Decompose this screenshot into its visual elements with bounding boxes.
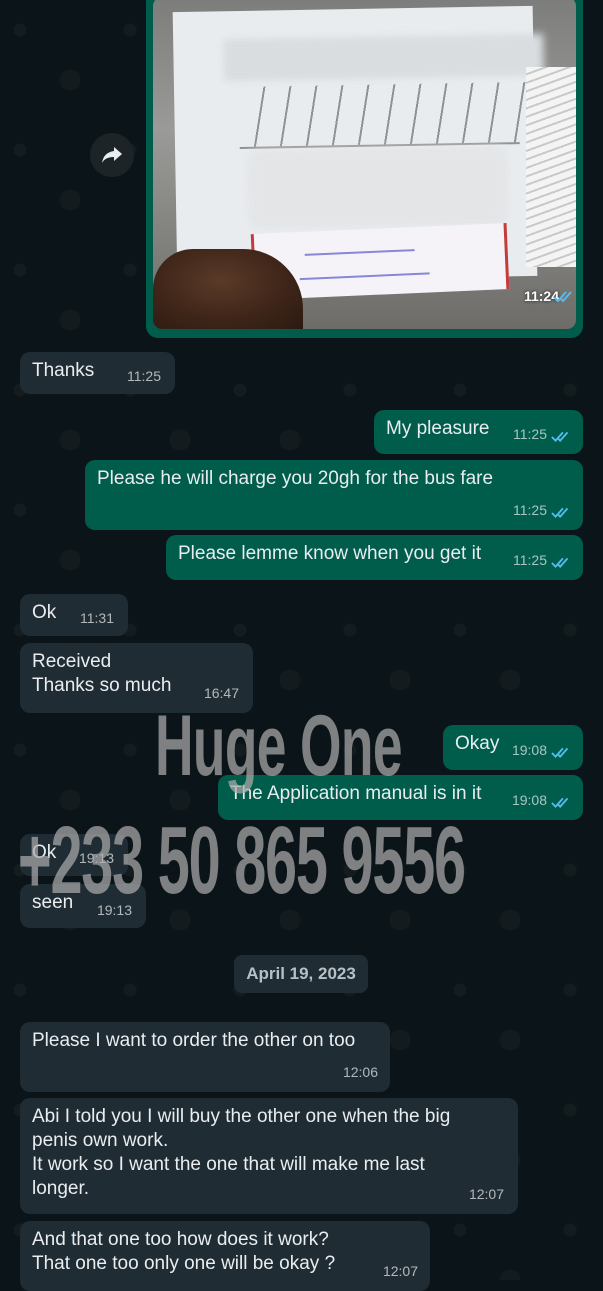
forward-button[interactable] xyxy=(90,133,134,177)
message-time: 11:25 xyxy=(513,426,547,442)
message-outgoing[interactable]: The Application manual is in it 19:08 xyxy=(218,775,583,820)
message-text: That one too only one will be okay ? xyxy=(32,1253,336,1274)
message-text: It work so I want the one that will make… xyxy=(32,1154,425,1175)
message-time: 19:13 xyxy=(96,902,132,918)
parcel-handwriting xyxy=(239,81,530,150)
message-text: seen xyxy=(32,892,74,913)
message-text: The Application manual is in it xyxy=(230,783,482,804)
message-time: 12:07 xyxy=(382,1263,418,1279)
papers-stack xyxy=(526,67,576,267)
message-text: Abi I told you I will buy the other one … xyxy=(32,1106,451,1127)
date-separator: April 19, 2023 xyxy=(234,955,368,993)
message-text: longer. xyxy=(32,1178,90,1199)
message-text: Please he will charge you 20gh for the b… xyxy=(97,468,494,489)
message-text: Received xyxy=(32,651,112,672)
message-time: 19:08 xyxy=(511,742,547,758)
message-incoming[interactable]: Ok 19:13 xyxy=(20,834,128,876)
parcel-photo[interactable] xyxy=(153,0,576,329)
message-text: Please lemme know when you get it xyxy=(178,543,482,564)
message-incoming[interactable]: Abi I told you I will buy the other one … xyxy=(20,1098,518,1214)
read-receipt-icon xyxy=(551,747,569,759)
message-time: 11:31 xyxy=(80,610,114,626)
message-time: 19:08 xyxy=(511,792,547,808)
message-time: 11:25 xyxy=(127,368,161,384)
message-time: 19:13 xyxy=(78,850,114,866)
message-text: penis own work. xyxy=(32,1130,169,1151)
message-text: My pleasure xyxy=(386,418,490,439)
message-outgoing[interactable]: Please he will charge you 20gh for the b… xyxy=(85,460,583,530)
parcel xyxy=(172,5,544,301)
share-arrow-icon xyxy=(102,147,122,163)
message-time: 12:06 xyxy=(342,1064,378,1080)
message-text: Please I want to order the other on too xyxy=(32,1030,356,1051)
read-receipt-icon xyxy=(551,507,569,519)
message-time: 16:47 xyxy=(203,685,239,701)
message-text: Thanks xyxy=(32,360,95,381)
read-receipt-icon xyxy=(551,797,569,809)
message-incoming[interactable]: seen 19:13 xyxy=(20,884,146,928)
photo-message[interactable]: 11:24 xyxy=(146,0,583,338)
message-text: Ok xyxy=(32,602,57,623)
message-text: Okay xyxy=(455,733,500,754)
message-incoming[interactable]: Received Thanks so much 16:47 xyxy=(20,643,253,713)
message-time: 11:25 xyxy=(513,502,547,518)
message-text: And that one too how does it work? xyxy=(32,1229,329,1250)
message-text: Ok xyxy=(32,842,57,863)
message-incoming[interactable]: Thanks 11:25 xyxy=(20,352,175,394)
message-incoming[interactable]: Please I want to order the other on too … xyxy=(20,1022,390,1092)
message-incoming[interactable]: Ok 11:31 xyxy=(20,594,128,636)
message-time: 11:25 xyxy=(513,552,547,568)
read-receipt-icon xyxy=(551,431,569,443)
read-receipt-icon xyxy=(553,291,572,303)
message-incoming[interactable]: And that one too how does it work? That … xyxy=(20,1221,430,1291)
message-outgoing[interactable]: Okay 19:08 xyxy=(443,725,583,770)
message-time: 12:07 xyxy=(468,1186,504,1202)
read-receipt-icon xyxy=(551,557,569,569)
message-outgoing[interactable]: Please lemme know when you get it 11:25 xyxy=(166,535,583,580)
message-outgoing[interactable]: My pleasure 11:25 xyxy=(374,410,583,454)
